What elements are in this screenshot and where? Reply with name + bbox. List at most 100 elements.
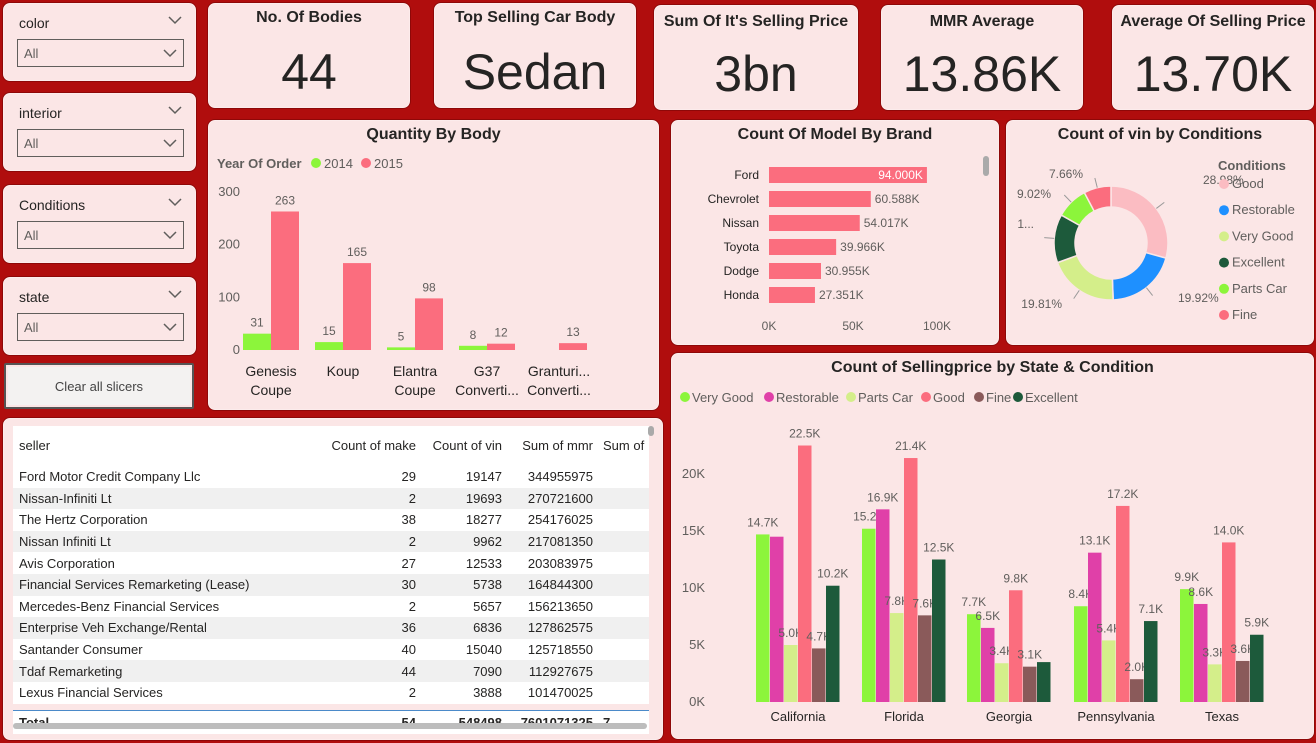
legend-label: Excellent — [1025, 390, 1078, 405]
kpi-value: Sedan — [462, 44, 608, 100]
bar — [769, 239, 837, 255]
slicer-title: color — [19, 15, 50, 31]
y-tick-label: 15K — [682, 523, 705, 538]
bar-very-good — [967, 614, 981, 702]
x-tick-label: Georgia — [986, 709, 1033, 724]
chevron-down-icon — [163, 231, 177, 240]
slicer-dropdown[interactable]: All — [17, 129, 184, 157]
x-tick-label: California — [771, 709, 827, 724]
legend-label: Very Good — [1232, 228, 1293, 243]
slicer-dropdown[interactable]: All — [17, 221, 184, 249]
legend-marker — [1219, 205, 1229, 216]
bar-2015 — [271, 211, 299, 350]
column-header-label: Sum of — [603, 438, 645, 453]
column-header[interactable]: seller — [13, 438, 313, 453]
bar-fine — [1236, 660, 1250, 702]
slicer-color: color All — [2, 2, 197, 82]
x-tick-label: Coupe — [250, 382, 291, 398]
legend-marker — [1219, 283, 1229, 294]
table-row[interactable]: Nissan Infiniti Lt 2 9962 217081350 — [13, 530, 649, 553]
table-cell: 6836 — [473, 620, 502, 636]
vertical-scrollbar[interactable] — [648, 426, 654, 436]
bar-very-good — [1180, 589, 1194, 702]
bar-parts-car — [784, 645, 798, 702]
chevron-down-icon[interactable] — [168, 197, 182, 207]
chevron-down-icon[interactable] — [168, 289, 182, 299]
model-by-brand-plot: Ford 94.000K Chevrolet 60.588K Nissan 54.017K… — [708, 167, 951, 333]
bar-fine — [1130, 679, 1144, 702]
column-header[interactable]: Count of make — [313, 438, 416, 453]
legend-label: Very Good — [692, 390, 753, 405]
kpi-title: MMR Average — [929, 13, 1035, 30]
bar-2014 — [315, 342, 343, 350]
table-cell: Ford Motor Credit Company Llc — [19, 469, 201, 485]
chevron-down-icon — [163, 49, 177, 58]
table-cell: Mercedes-Benz Financial Services — [19, 598, 220, 614]
table-row[interactable]: Enterprise Veh Exchange/Rental 36 6836 1278… — [13, 617, 649, 639]
bar-parts-car — [995, 663, 1009, 702]
leader-line — [1156, 201, 1165, 209]
y-tick-label: 20K — [682, 466, 705, 481]
kpi-value: 13.86K — [902, 46, 1062, 102]
data-label: 9.8K — [1003, 571, 1028, 585]
column-header[interactable]: Count of vin — [416, 438, 502, 453]
legend-label: Restorable — [776, 390, 839, 405]
chevron-down-icon — [163, 323, 177, 332]
seller-table: seller Count of make Count of vin Sum of… — [13, 426, 649, 734]
kpi-title: Average Of Selling Price — [1120, 13, 1306, 30]
table-row[interactable]: The Hertz Corporation 38 18277 254176025 — [13, 509, 649, 531]
table-cell: Enterprise Veh Exchange/Rental — [19, 620, 207, 636]
table-row[interactable]: Santander Consumer 40 15040 125718550 — [13, 638, 649, 661]
table-cell: 3888 — [473, 685, 502, 701]
bar-fine — [812, 648, 826, 702]
bar-restorable — [981, 627, 995, 702]
table-cell: 217081350 — [527, 534, 593, 550]
legend-label: Excellent — [1232, 255, 1285, 270]
horizontal-scrollbar[interactable] — [13, 723, 647, 729]
legend-title: Year Of Order — [217, 156, 302, 171]
table-row[interactable]: Mercedes-Benz Financial Services 2 5657 156… — [13, 595, 649, 618]
table-cell: Lexus Financial Services — [19, 685, 163, 701]
legend-label: Fine — [1232, 307, 1257, 322]
data-label: 17.2K — [1107, 487, 1138, 501]
legend-label: Fine — [986, 390, 1011, 405]
y-tick-label: Nissan — [722, 216, 759, 230]
table-row[interactable]: Avis Corporation 27 12533 203083975 — [13, 552, 649, 574]
data-label: 5 — [398, 329, 405, 343]
table-cell: 5657 — [473, 598, 502, 614]
y-tick-label: 10K — [682, 580, 705, 595]
vin-by-conditions-chart: Count of vin by Conditions 28.98%19.92%1… — [1005, 119, 1315, 346]
y-tick-label: 0K — [689, 694, 705, 709]
table-row[interactable]: Nissan-Infiniti Lt 2 19693 270721600 — [13, 487, 649, 510]
data-label: 3.1K — [1017, 648, 1042, 662]
data-label: 39.966K — [840, 240, 885, 254]
chevron-down-icon — [163, 139, 177, 148]
chevron-down-icon[interactable] — [168, 105, 182, 115]
slicer-dropdown[interactable]: All — [17, 313, 184, 341]
data-label: 5.9K — [1244, 616, 1269, 630]
y-tick-label: 0 — [233, 342, 240, 357]
data-label: 7.66% — [1049, 167, 1083, 181]
kpi-value: 44 — [281, 44, 337, 100]
kpi-card-bodies: No. Of Bodies 44 — [207, 2, 411, 109]
slicer-dropdown[interactable]: All — [17, 39, 184, 67]
table-row[interactable]: Financial Services Remarketing (Lease) 30… — [13, 573, 649, 596]
column-header[interactable]: Sum of mmr — [502, 438, 593, 453]
clear-slicers-button[interactable]: Clear all slicers — [4, 363, 194, 409]
table-row[interactable]: Lexus Financial Services 2 3888 101470025 — [13, 681, 649, 704]
table-row[interactable]: Ford Motor Credit Company Llc 29 19147 3449… — [13, 466, 649, 488]
x-tick-label: Texas — [1205, 709, 1239, 724]
kpi-title: Top Selling Car Body — [454, 9, 616, 26]
kpi-card-selling-sum: Sum Of It's Selling Price 3bn — [653, 4, 859, 111]
data-label: 22.5K — [789, 427, 820, 441]
chevron-down-icon[interactable] — [168, 15, 182, 25]
column-header[interactable]: Sum of — [593, 438, 649, 453]
scrollbar[interactable] — [983, 156, 989, 176]
legend-label: 2015 — [374, 156, 403, 171]
table-row[interactable]: Tdaf Remarketing 44 7090 112927675 — [13, 660, 649, 682]
legend-label: Restorable — [1232, 202, 1295, 217]
data-label: 14.0K — [1213, 523, 1244, 537]
data-label: 8 — [470, 328, 477, 342]
table-cell: 27 — [401, 555, 416, 571]
bar-2015 — [343, 263, 371, 350]
